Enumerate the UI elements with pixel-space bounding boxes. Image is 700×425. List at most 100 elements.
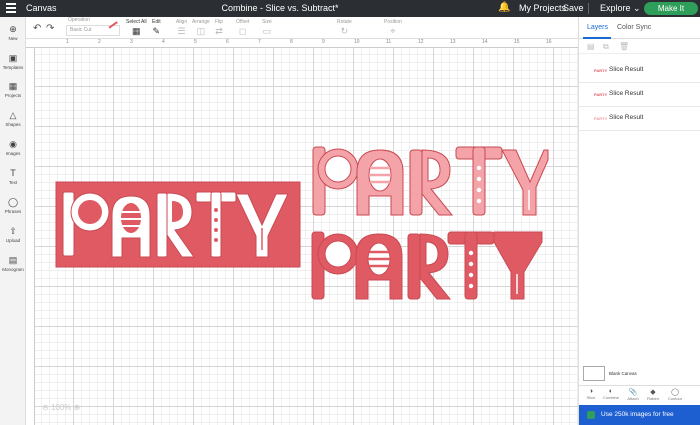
ruler-tick-label: 15 [514,39,520,45]
layer-actions: ▤ ⧉ 🗑 [579,40,700,54]
my-projects-link[interactable]: My Projects [519,3,566,13]
flatten-button[interactable]: ◆ Flatten [645,388,661,401]
edit-button[interactable]: Edit ✎ [152,19,161,37]
ruler-tick-label: 14 [482,39,488,45]
pink-party-word[interactable] [312,146,549,216]
sidebar-item-phrases[interactable]: ◯ Phrases [0,197,26,214]
contour-label: Contour [667,396,683,401]
sidebar-item-label: Monogram [2,267,24,272]
contour-button[interactable]: ◯ Contour [667,388,683,401]
flip-button[interactable]: Flip ⇄ [215,19,223,37]
layer-thumbnail: PARTY [594,68,608,73]
sidebar-item-projects[interactable]: ▦ Projects [0,81,26,98]
attach-button[interactable]: 📎 Attach [625,388,641,401]
flip-label: Flip [215,19,224,25]
duplicate-icon[interactable]: ⧉ [603,42,609,52]
layer-thumbnail: PARTY [594,92,608,97]
select-all-icon: ▦ [132,26,141,36]
document-title: Combine - Slice vs. Subtract* [221,3,339,13]
layer-row[interactable]: PARTY Slice Result [579,83,700,107]
design-canvas[interactable] [35,48,578,425]
pencil-icon: ✎ [152,26,161,36]
zoom-control[interactable]: ⊝ 100% ⊕ [42,403,80,415]
redo-icon[interactable]: ↷ [46,23,54,34]
blank-canvas-row[interactable]: Blank Canvas [579,363,700,385]
shapes-icon: △ [9,110,17,120]
notification-bell-icon[interactable]: 🔔 [498,2,510,13]
arrange-icon: ◫ [196,26,206,36]
sidebar-item-monogram[interactable]: ▤ Monogram [0,255,26,272]
make-it-button[interactable]: Make It [644,2,698,15]
group-icon[interactable]: ▤ [587,42,595,51]
offset-button[interactable]: Offset ◻ [236,19,249,37]
layer-thumbnail: PARTY [594,116,608,121]
sidebar-item-label: Images [5,151,21,156]
align-button[interactable]: Align ☰ [176,19,187,37]
sidebar-item-text[interactable]: T Text [0,168,26,185]
zoom-in-icon[interactable]: ⊕ [74,403,81,412]
align-icon: ☰ [177,26,186,36]
zoom-level: 100% [50,403,72,412]
tab-color-sync[interactable]: Color Sync [617,24,651,31]
blank-canvas-swatch[interactable] [583,366,605,381]
ruler-tick-label: 6 [226,39,229,45]
sidebar-item-label: Templates [2,65,24,70]
rotate-icon: ↻ [340,26,349,36]
undo-icon[interactable]: ↶ [33,23,41,34]
sidebar-item-label: New [8,36,18,41]
offset-label: Offset [236,19,250,25]
operation-select[interactable]: Basic Cut [66,25,120,36]
sidebar-item-label: Phrases [4,209,22,214]
ruler-tick-label: 16 [546,39,552,45]
ruler-tick-label: 2 [98,39,101,45]
vertical-ruler [26,48,35,425]
ruler-tick-label: 12 [418,39,424,45]
sidebar-item-templates[interactable]: ▣ Templates [0,53,26,70]
combine-button[interactable]: ◐ Combine [603,388,619,400]
panel-tabs: Layers Color Sync [579,17,700,39]
party-artwork[interactable] [35,48,578,425]
sidebar-item-shapes[interactable]: △ Shapes [0,110,26,127]
active-tab-indicator [583,37,611,39]
zoom-out-icon[interactable]: ⊝ [42,403,49,412]
red-party-word[interactable] [311,231,543,300]
slice-button[interactable]: ◑ Slice [583,388,599,400]
attach-icon: 📎 [628,389,638,396]
slice-label: Slice [586,395,596,400]
contour-icon: ◯ [671,389,679,396]
arrange-button[interactable]: Arrange ◫ [192,19,210,37]
explore-dropdown[interactable]: Explore ⌄ [600,3,641,14]
rotate-label: Rotate [337,19,352,25]
ruler-tick-label: 5 [194,39,197,45]
select-all-button[interactable]: Select All ▦ [126,19,147,37]
layer-row[interactable]: PARTY Slice Result [579,59,700,83]
grid-icon: ▦ [8,81,18,91]
monogram-icon: ▤ [8,255,18,265]
sidebar-item-label: Upload [5,238,21,243]
edit-toolbar: ↶ ↷ Operation Basic Cut Select All ▦ Edit… [26,17,578,39]
layer-name: Slice Result [609,114,644,121]
ruler-tick-label: 1 [66,39,69,45]
sliced-rectangle-party[interactable] [55,181,301,268]
shirt-icon: ▣ [8,53,18,63]
left-sidebar: ⊕ New ▣ Templates ▦ Projects △ Shapes ◉ … [0,17,26,425]
position-label: Position [384,19,402,25]
speech-bubble-icon: ◯ [7,197,19,207]
rotate-field[interactable]: Rotate ↻ [337,19,352,37]
combine-label: Combine [603,395,620,400]
layer-name: Slice Result [609,66,644,73]
sidebar-item-images[interactable]: ◉ Images [0,139,26,156]
size-field[interactable]: Size ▭ [262,19,272,37]
sidebar-item-new[interactable]: ⊕ New [0,24,26,41]
save-button[interactable]: Save [563,3,584,13]
sidebar-item-upload[interactable]: ⇧ Upload [0,226,26,243]
delete-icon[interactable]: 🗑 [619,42,629,51]
attach-label: Attach [627,396,639,401]
position-field[interactable]: Position ⌖ [384,19,402,37]
right-panel: Layers Color Sync ▤ ⧉ 🗑 PARTY Slice Resu… [578,17,700,425]
promo-banner[interactable]: Use 250k images for free [579,405,700,425]
layer-row[interactable]: PARTY Slice Result [579,107,700,131]
tab-layers[interactable]: Layers [587,24,608,31]
promo-text: Use 250k images for free [601,411,674,418]
arrange-label: Arrange [192,19,210,25]
